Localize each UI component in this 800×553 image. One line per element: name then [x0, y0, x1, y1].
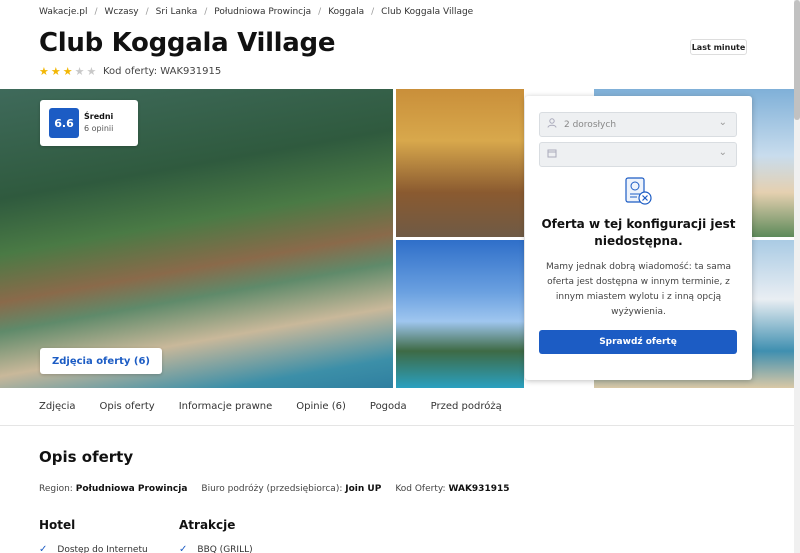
tab-description[interactable]: Opis oferty — [100, 401, 155, 412]
chevron-down-icon: ⌄ — [718, 147, 727, 158]
tab-photos[interactable]: Zdjęcia — [39, 401, 76, 412]
photos-button[interactable]: Zdjęcia oferty (6) — [40, 348, 162, 374]
calendar-icon — [546, 148, 558, 161]
rating-card[interactable]: 6.6 Średni 6 opinii — [40, 100, 138, 146]
rating-label: Średni — [84, 112, 114, 121]
star-empty-icon: ★ — [74, 65, 85, 78]
rating-count: 6 opinii — [84, 124, 114, 133]
unavailable-title: Oferta w tej konfiguracji jest niedostęp… — [541, 217, 736, 248]
hotel-heading: Hotel — [39, 518, 76, 532]
page-title: Club Koggala Village — [39, 28, 336, 58]
breadcrumb-separator: / — [318, 7, 322, 17]
check-icon: ✓ — [179, 544, 188, 553]
person-icon — [546, 118, 558, 131]
scrollbar-thumb[interactable] — [794, 0, 800, 120]
rating-score: 6.6 — [49, 108, 79, 138]
star-icon: ★ — [39, 65, 49, 78]
agency-info: Biuro podróży (przedsiębiorca): Join UP — [201, 484, 382, 494]
passport-unavailable-icon — [625, 177, 652, 205]
breadcrumb-item[interactable]: Wakacje.pl — [39, 7, 87, 17]
star-icon: ★ — [62, 65, 73, 78]
guests-value: 2 dorosłych — [564, 119, 617, 130]
list-item: ✓ BBQ (GRILL) — [179, 544, 253, 553]
guests-select[interactable]: 2 dorosłych ⌄ — [539, 112, 737, 137]
tab-reviews[interactable]: Opinie (6) — [296, 401, 346, 412]
region-info: Region: Południowa Prowincja — [39, 484, 188, 494]
breadcrumb-item[interactable]: Sri Lanka — [156, 7, 198, 17]
list-item: ✓ Dostęp do Internetu — [39, 544, 148, 553]
booking-panel: 2 dorosłych ⌄ ⌄ Oferta w tej konfiguracj… — [525, 96, 752, 380]
breadcrumb-item[interactable]: Koggala — [328, 7, 364, 17]
attractions-heading: Atrakcje — [179, 518, 236, 532]
breadcrumb-separator: / — [94, 7, 98, 17]
check-offer-button[interactable]: Sprawdź ofertę — [539, 330, 737, 354]
tab-before-travel[interactable]: Przed podróżą — [431, 401, 502, 412]
scrollbar[interactable] — [794, 0, 800, 553]
breadcrumb: Wakacje.pl / Wczasy / Sri Lanka / Południow… — [39, 7, 473, 17]
breadcrumb-item[interactable]: Wczasy — [105, 7, 139, 17]
offer-code-info: Kod Oferty: WAK931915 — [395, 484, 510, 494]
breadcrumb-item[interactable]: Południowa Prowincja — [214, 7, 311, 17]
last-minute-badge[interactable]: Last minute — [690, 39, 747, 55]
unavailable-text: Mamy jednak dobrą wiadomość: ta sama ofe… — [545, 262, 732, 317]
hotel-building-photo[interactable] — [396, 89, 524, 237]
tab-bar: Zdjęcia Opis oferty Informacje prawne Op… — [0, 388, 800, 426]
breadcrumb-separator: / — [371, 7, 375, 17]
offer-code: Kod oferty: WAK931915 — [103, 66, 222, 77]
breadcrumb-separator: / — [204, 7, 208, 17]
section-title: Opis oferty — [39, 448, 134, 466]
tab-legal-info[interactable]: Informacje prawne — [179, 401, 273, 412]
chevron-down-icon: ⌄ — [718, 117, 727, 128]
offer-meta: Region: Południowa Prowincja Biuro podró… — [39, 484, 510, 494]
check-icon: ✓ — [39, 544, 48, 553]
star-rating: ★ ★ ★ ★ ★ — [39, 66, 96, 77]
star-icon: ★ — [50, 65, 61, 78]
star-empty-icon: ★ — [86, 65, 97, 78]
pool-photo[interactable] — [396, 240, 524, 388]
breadcrumb-item-current[interactable]: Club Koggala Village — [381, 7, 473, 17]
date-select[interactable]: ⌄ — [539, 142, 737, 167]
breadcrumb-separator: / — [145, 7, 149, 17]
tab-weather[interactable]: Pogoda — [370, 401, 407, 412]
